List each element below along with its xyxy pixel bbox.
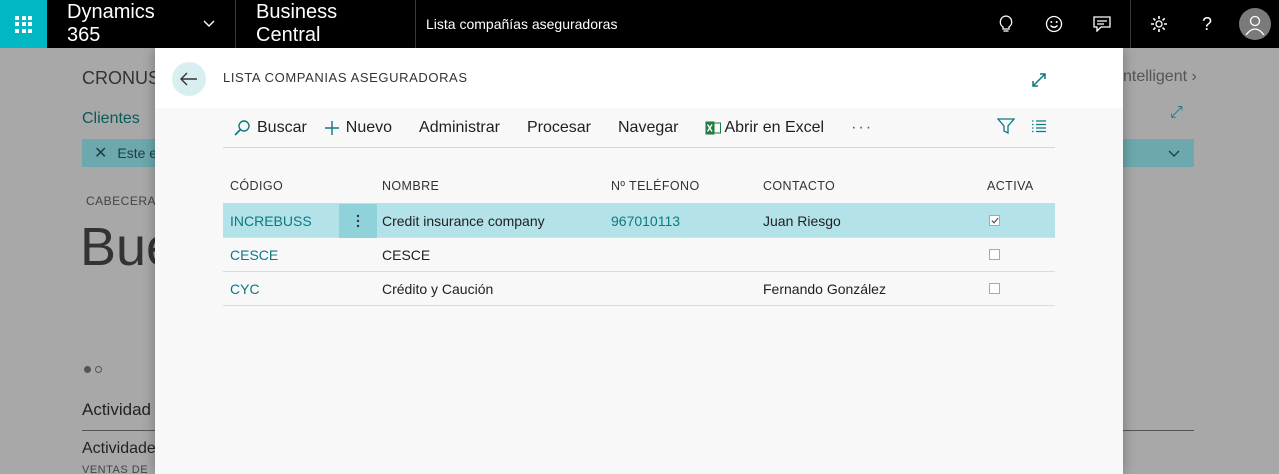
column-header-spacer — [339, 169, 377, 203]
table-row[interactable]: CESCE CESCE — [223, 238, 1055, 272]
insurance-list-dialog: LISTA COMPANIAS ASEGURADORAS Buscar Nuev… — [155, 48, 1123, 474]
top-bar: Dynamics 365 Business Central Lista comp… — [0, 0, 1279, 48]
table-row[interactable]: INCREBUSS Credit insurance company 96701… — [223, 203, 1055, 238]
bg-activities-sub: Actividade — [82, 440, 156, 457]
arrow-left-icon — [180, 72, 197, 86]
topbar-divider — [1130, 0, 1131, 48]
app-name-menu[interactable]: Dynamics 365 — [47, 0, 236, 48]
row-name: Credit insurance company — [382, 212, 545, 229]
more-actions-button[interactable]: ··· — [851, 108, 873, 148]
plus-icon — [324, 120, 340, 136]
bg-activities-heading: Actividad — [82, 400, 151, 419]
row-name: CESCE — [382, 246, 431, 263]
avatar — [1239, 8, 1271, 40]
column-header-active[interactable]: ACTIVA — [987, 179, 1055, 193]
bg-intelligent-text: ntelligent — [1123, 68, 1188, 85]
user-menu-button[interactable] — [1231, 0, 1279, 48]
open-in-excel-button[interactable]: Abrir en Excel — [705, 108, 824, 148]
column-header-name[interactable]: NOMBRE — [377, 179, 606, 193]
row-name: Crédito y Caución — [382, 280, 494, 297]
excel-icon — [705, 120, 722, 136]
row-phone: 967010113 — [611, 212, 681, 229]
row-actions-spacer — [339, 272, 377, 306]
expand-icon: ⤢ — [1170, 104, 1183, 121]
expand-button[interactable] — [1029, 70, 1049, 90]
table-row[interactable]: CYC Crédito y Caución Fernando González — [223, 272, 1055, 306]
gear-icon — [1151, 16, 1167, 32]
row-active-cell — [987, 215, 1055, 226]
filter-pane-button[interactable] — [996, 117, 1016, 140]
chat-button[interactable] — [1078, 0, 1126, 48]
insurance-table: CÓDIGO NOMBRE Nº TELÉFONO CONTACTO ACTIV… — [223, 168, 1055, 306]
settings-button[interactable] — [1135, 0, 1183, 48]
row-contact: Juan Riesgo — [763, 212, 841, 229]
filter-icon — [996, 117, 1016, 134]
page-crumb: Lista compañías aseguradoras — [426, 16, 618, 32]
active-checkbox[interactable] — [989, 283, 1000, 294]
navigate-menu[interactable]: Navegar — [618, 108, 678, 148]
active-checkbox[interactable] — [989, 249, 1000, 260]
bg-cabecera: CABECERA — [86, 194, 157, 208]
dialog-title: LISTA COMPANIAS ASEGURADORAS — [223, 70, 468, 85]
more-vertical-icon — [356, 214, 360, 227]
product-name[interactable]: Business Central — [236, 0, 416, 48]
bg-ventas: VENTAS DE — [82, 464, 149, 474]
app-name: Dynamics 365 — [67, 1, 155, 46]
search-label: Buscar — [257, 118, 307, 136]
row-active-cell — [987, 283, 1055, 294]
app-launcher-button[interactable] — [0, 0, 47, 48]
row-active-cell — [987, 249, 1055, 260]
row-actions-spacer — [339, 238, 377, 272]
bg-pager-dots — [84, 366, 102, 373]
new-button[interactable]: Nuevo — [324, 108, 392, 148]
chevron-down-icon — [203, 17, 215, 31]
feedback-button[interactable] — [1030, 0, 1078, 48]
checkmark-icon — [990, 217, 999, 224]
new-label: Nuevo — [345, 118, 393, 136]
help-button[interactable]: ? — [1183, 0, 1231, 48]
dialog-header: LISTA COMPANIAS ASEGURADORAS — [155, 48, 1123, 108]
bg-clientes-link: Clientes — [82, 110, 140, 127]
chevron-right-icon: › — [1191, 68, 1197, 85]
list-view-button[interactable] — [1031, 119, 1047, 138]
bg-intelligent: ntelligent › — [1123, 68, 1197, 86]
help-icon: ? — [1201, 13, 1212, 34]
action-bar: Buscar Nuevo Administrar Procesar Navega… — [223, 108, 1055, 148]
search-icon — [233, 119, 251, 137]
lightbulb-icon — [999, 15, 1013, 32]
avatar-icon — [1245, 15, 1265, 35]
expand-icon — [1032, 73, 1046, 87]
process-menu[interactable]: Procesar — [527, 108, 591, 148]
column-header-contact[interactable]: CONTACTO — [758, 179, 987, 193]
chevron-down-icon — [1168, 145, 1180, 161]
row-actions-button[interactable] — [339, 203, 377, 238]
row-code-link[interactable]: CESCE — [223, 247, 339, 263]
table-header: CÓDIGO NOMBRE Nº TELÉFONO CONTACTO ACTIV… — [223, 168, 1055, 204]
close-icon: ✕ — [94, 145, 108, 162]
column-header-code[interactable]: CÓDIGO — [223, 179, 339, 193]
lightbulb-button[interactable] — [982, 0, 1030, 48]
row-code-link[interactable]: CYC — [223, 281, 339, 297]
back-button[interactable] — [172, 62, 206, 96]
column-header-phone[interactable]: Nº TELÉFONO — [606, 179, 758, 193]
excel-label: Abrir en Excel — [724, 118, 825, 136]
manage-menu[interactable]: Administrar — [419, 108, 500, 148]
search-button[interactable]: Buscar — [233, 108, 307, 148]
smiley-icon — [1045, 15, 1063, 33]
bg-company-name: CRONUS — [82, 68, 161, 88]
chat-icon — [1093, 16, 1111, 32]
waffle-icon — [15, 15, 32, 33]
row-contact: Fernando González — [763, 280, 886, 297]
active-checkbox[interactable] — [989, 215, 1000, 226]
list-icon — [1032, 119, 1046, 132]
bg-filter-text: Este e — [117, 145, 158, 161]
row-code-link[interactable]: INCREBUSS — [223, 213, 339, 229]
